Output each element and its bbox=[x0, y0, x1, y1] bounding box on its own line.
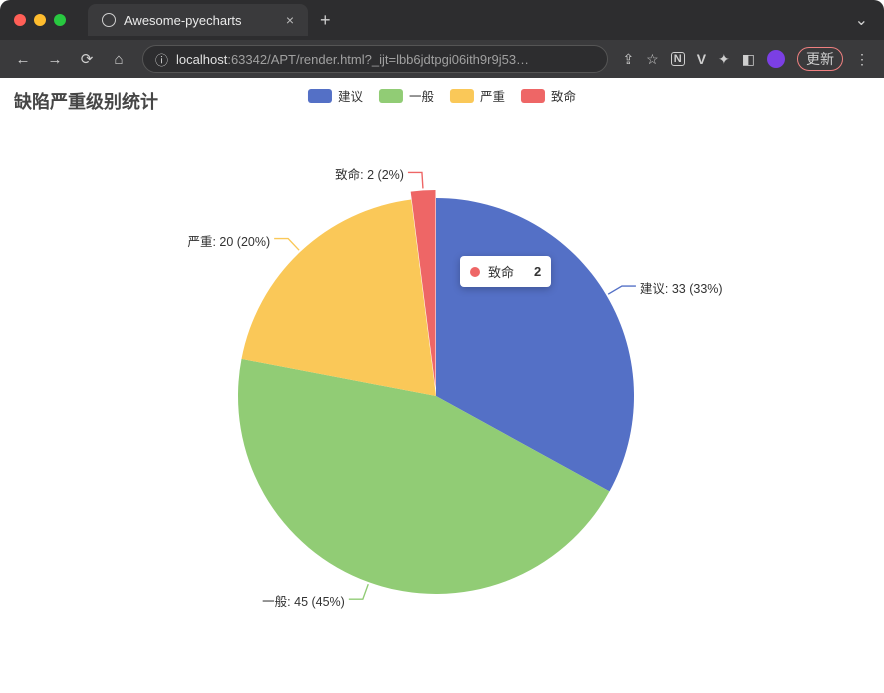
slice-label-建议: 建议: 33 (33%) bbox=[640, 278, 723, 297]
update-button[interactable]: 更新 bbox=[797, 47, 843, 71]
tooltip-name: 致命 bbox=[488, 262, 514, 281]
browser-chrome: Awesome-pyecharts × + ⌄ ← → ⟳ ⌂ ⓘ localh… bbox=[0, 0, 884, 78]
forward-button[interactable]: → bbox=[46, 51, 64, 68]
site-info-icon[interactable]: ⓘ bbox=[155, 50, 168, 69]
home-button[interactable]: ⌂ bbox=[110, 51, 128, 68]
menu-icon[interactable]: ⋮ bbox=[855, 51, 870, 68]
close-tab-icon[interactable]: × bbox=[286, 12, 294, 28]
window-close-button[interactable] bbox=[14, 14, 26, 26]
notion-icon[interactable]: N bbox=[671, 52, 685, 66]
new-tab-button[interactable]: + bbox=[320, 10, 331, 31]
tab-strip: Awesome-pyecharts × + ⌄ bbox=[0, 0, 884, 40]
browser-toolbar: ← → ⟳ ⌂ ⓘ localhost:63342/APT/render.htm… bbox=[0, 40, 884, 78]
window-maximize-button[interactable] bbox=[54, 14, 66, 26]
leader-line bbox=[608, 286, 636, 294]
panel-icon[interactable]: ◧ bbox=[742, 51, 755, 68]
extensions-icon[interactable]: ✦ bbox=[718, 51, 730, 68]
address-path: :63342/APT/render.html?_ijt=lbb6jdtpgi06… bbox=[227, 52, 529, 67]
tab-overflow-icon[interactable]: ⌄ bbox=[855, 10, 868, 30]
tab-title: Awesome-pyecharts bbox=[124, 13, 278, 28]
slice-label-致命: 致命: 2 (2%) bbox=[335, 164, 404, 183]
share-icon[interactable]: ⇪ bbox=[622, 51, 634, 68]
page-content: 缺陷严重级别统计 建议一般严重致命 建议: 33 (33%)一般: 45 (45… bbox=[0, 78, 884, 693]
globe-icon bbox=[102, 13, 116, 27]
slice-label-严重: 严重: 20 (20%) bbox=[187, 231, 270, 250]
window-controls bbox=[14, 14, 66, 26]
tooltip-color-dot bbox=[470, 267, 480, 277]
leader-line bbox=[349, 584, 368, 599]
window-minimize-button[interactable] bbox=[34, 14, 46, 26]
toolbar-right: ⇪ ☆ N V ✦ ◧ 更新 ⋮ bbox=[622, 47, 870, 71]
profile-avatar[interactable] bbox=[767, 50, 785, 68]
leader-line bbox=[408, 172, 423, 188]
slice-label-一般: 一般: 45 (45%) bbox=[262, 591, 345, 610]
leader-line bbox=[274, 239, 299, 251]
chart-tooltip: 致命 2 bbox=[460, 256, 551, 287]
star-icon[interactable]: ☆ bbox=[646, 51, 659, 68]
tooltip-value: 2 bbox=[534, 264, 541, 279]
address-host: localhost bbox=[176, 52, 227, 67]
browser-tab[interactable]: Awesome-pyecharts × bbox=[88, 4, 308, 36]
vue-icon[interactable]: V bbox=[697, 51, 706, 67]
address-bar[interactable]: ⓘ localhost:63342/APT/render.html?_ijt=l… bbox=[142, 45, 608, 73]
back-button[interactable]: ← bbox=[14, 51, 32, 68]
reload-button[interactable]: ⟳ bbox=[78, 50, 96, 68]
pie-chart[interactable] bbox=[0, 78, 884, 693]
